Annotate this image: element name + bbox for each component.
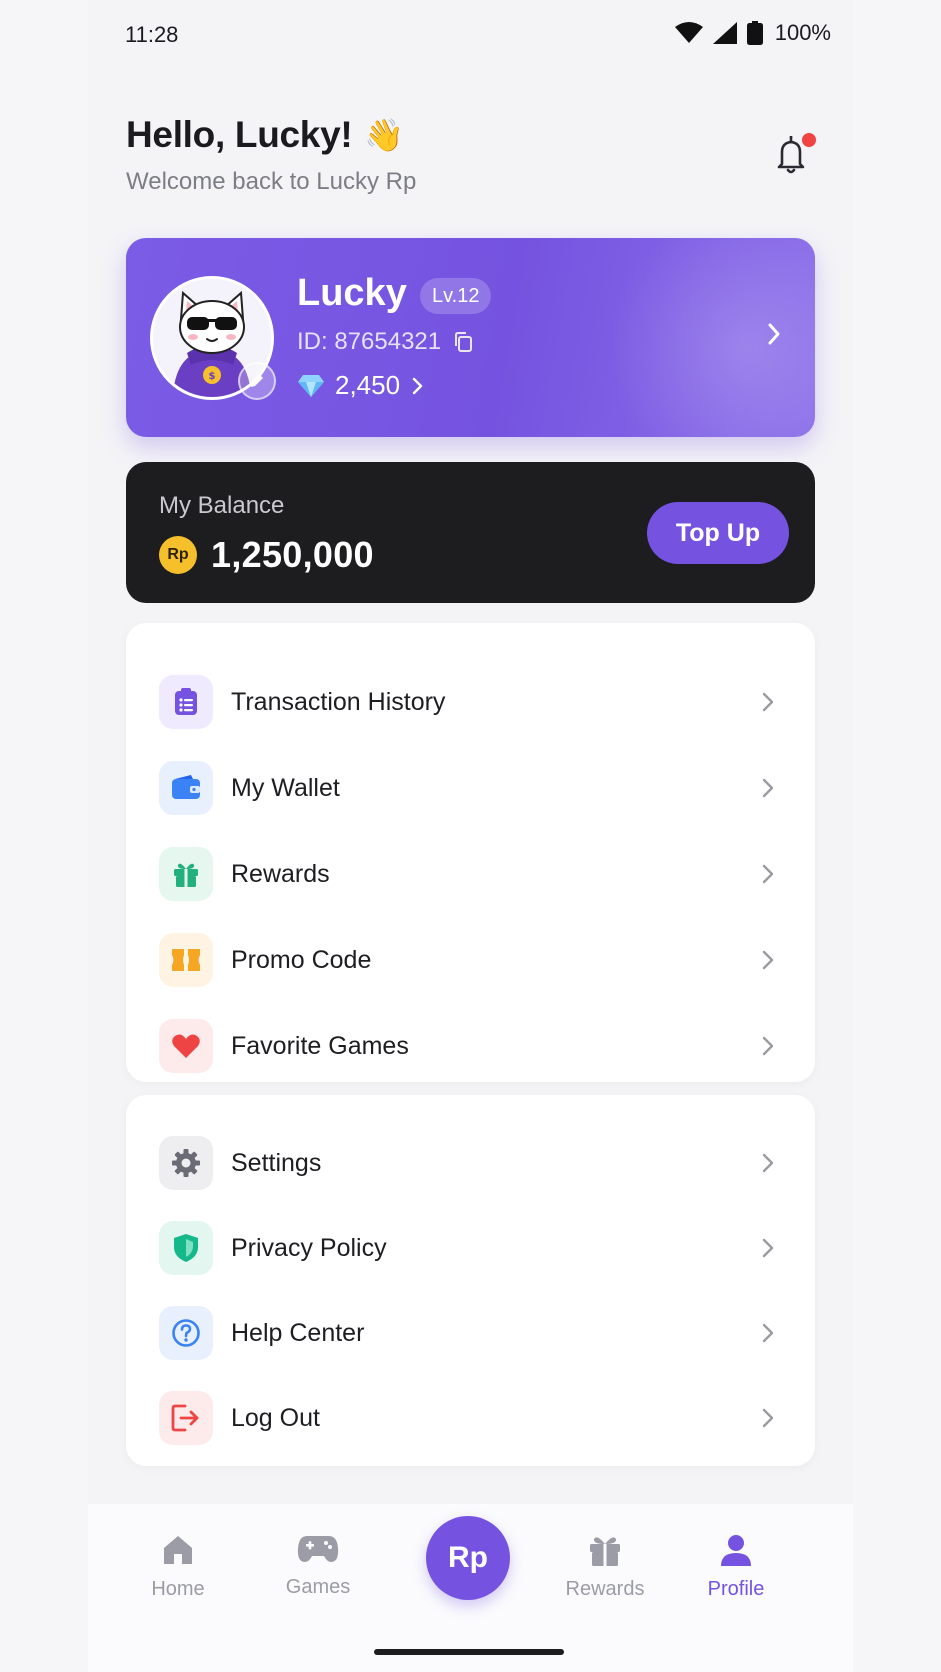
waving-hand-icon: 👋	[364, 117, 404, 153]
diamond-icon	[298, 374, 324, 397]
question-circle-icon	[159, 1306, 213, 1360]
chevron-right-icon	[762, 778, 774, 798]
chevron-right-icon	[762, 1408, 774, 1428]
wifi-icon	[674, 22, 703, 43]
svg-text:$: $	[209, 371, 216, 382]
shield-icon	[159, 1221, 213, 1275]
nav-home[interactable]: Home	[118, 1532, 238, 1601]
status-icons: 100%	[674, 20, 831, 46]
center-rp-button[interactable]: Rp	[426, 1516, 510, 1600]
nav-rewards[interactable]: Rewards	[545, 1532, 665, 1601]
nav-games[interactable]: Games	[258, 1532, 378, 1599]
profile-id-text: ID: 87654321	[297, 328, 442, 355]
chevron-right-icon	[762, 864, 774, 884]
menu-item-help-center[interactable]: Help Center	[126, 1298, 815, 1368]
menu-item-my-wallet[interactable]: My Wallet	[126, 753, 815, 823]
profile-name: Lucky	[297, 272, 407, 314]
edit-avatar-button[interactable]	[238, 362, 276, 400]
menu-item-privacy-policy[interactable]: Privacy Policy	[126, 1213, 815, 1283]
chevron-right-icon	[768, 323, 780, 345]
gems-row[interactable]: 2,450	[297, 370, 424, 401]
home-icon	[164, 1536, 192, 1564]
chevron-right-icon	[762, 1238, 774, 1258]
balance-amount: 1,250,000	[211, 534, 374, 575]
app-screen: 11:28 100% Hello, Lucky! 👋 Welcome back …	[88, 0, 853, 1672]
menu-label: Promo Code	[231, 945, 372, 974]
gamepad-icon	[297, 1536, 339, 1562]
menu-label: Transaction History	[231, 687, 446, 716]
menu-item-promo-code[interactable]: Promo Code	[126, 925, 815, 995]
balance-row: Rp 1,250,000	[159, 534, 374, 576]
greeting-text: Hello, Lucky!	[126, 114, 353, 155]
chevron-right-icon	[762, 1153, 774, 1173]
gems-count: 2,450	[335, 370, 401, 400]
nav-profile[interactable]: Profile	[676, 1532, 796, 1601]
nav-label: Rewards	[565, 1578, 645, 1600]
wallet-icon	[159, 761, 213, 815]
home-indicator[interactable]	[374, 1649, 564, 1655]
balance-label: My Balance	[159, 492, 285, 519]
chevron-right-icon	[412, 377, 423, 394]
level-badge: Lv.12	[420, 278, 492, 314]
copy-icon[interactable]	[453, 331, 475, 353]
top-up-button[interactable]: Top Up	[647, 502, 789, 564]
user-icon	[721, 1535, 751, 1566]
menu-label: Log Out	[231, 1403, 320, 1432]
chevron-right-icon	[762, 1323, 774, 1343]
nav-label: Home	[151, 1578, 205, 1600]
pencil-icon	[251, 375, 263, 387]
nav-label: Profile	[707, 1578, 765, 1600]
nav-label: Games	[285, 1576, 351, 1598]
battery-percent: 100%	[774, 20, 831, 45]
heart-icon	[159, 1019, 213, 1073]
menu-item-log-out[interactable]: Log Out	[126, 1383, 815, 1453]
gear-icon	[159, 1136, 213, 1190]
gift-icon	[590, 1537, 620, 1566]
greeting-subtitle: Welcome back to Lucky Rp	[126, 168, 417, 195]
rp-coin-icon: Rp	[159, 536, 197, 574]
menu-label: Help Center	[231, 1318, 365, 1347]
menu-item-favorite-games[interactable]: Favorite Games	[126, 1011, 815, 1081]
status-bar: 11:28 100%	[88, 0, 853, 70]
profile-id: ID: 87654321	[297, 328, 475, 356]
chevron-right-icon	[762, 692, 774, 712]
battery-icon	[746, 21, 763, 45]
notification-badge	[802, 133, 816, 147]
chevron-right-icon	[762, 1036, 774, 1056]
menu-label: Favorite Games	[231, 1031, 409, 1060]
logout-icon	[159, 1391, 213, 1445]
status-time: 11:28	[125, 22, 179, 47]
cellular-signal-icon	[712, 22, 737, 44]
menu-item-settings[interactable]: Settings	[126, 1128, 815, 1198]
greeting-title: Hello, Lucky! 👋	[126, 114, 404, 156]
profile-card[interactable]: $ Lucky Lv.12 ID: 87654321 2,450	[126, 238, 815, 437]
bottom-navigation: Home Games Rp Rewards Profile	[88, 1504, 853, 1672]
menu-label: My Wallet	[231, 773, 340, 802]
menu-label: Rewards	[231, 859, 330, 888]
chevron-right-icon	[762, 950, 774, 970]
ticket-icon	[159, 933, 213, 987]
gift-icon	[159, 847, 213, 901]
balance-card: My Balance Rp 1,250,000 Top Up	[126, 462, 815, 603]
menu-item-transaction-history[interactable]: Transaction History	[126, 667, 815, 737]
settings-menu: Settings Privacy Policy Help Center Log …	[126, 1095, 815, 1466]
account-menu: Transaction History My Wallet Rewards Pr…	[126, 623, 815, 1082]
menu-label: Privacy Policy	[231, 1233, 387, 1262]
menu-item-rewards[interactable]: Rewards	[126, 839, 815, 909]
menu-label: Settings	[231, 1148, 322, 1177]
clipboard-list-icon	[159, 675, 213, 729]
